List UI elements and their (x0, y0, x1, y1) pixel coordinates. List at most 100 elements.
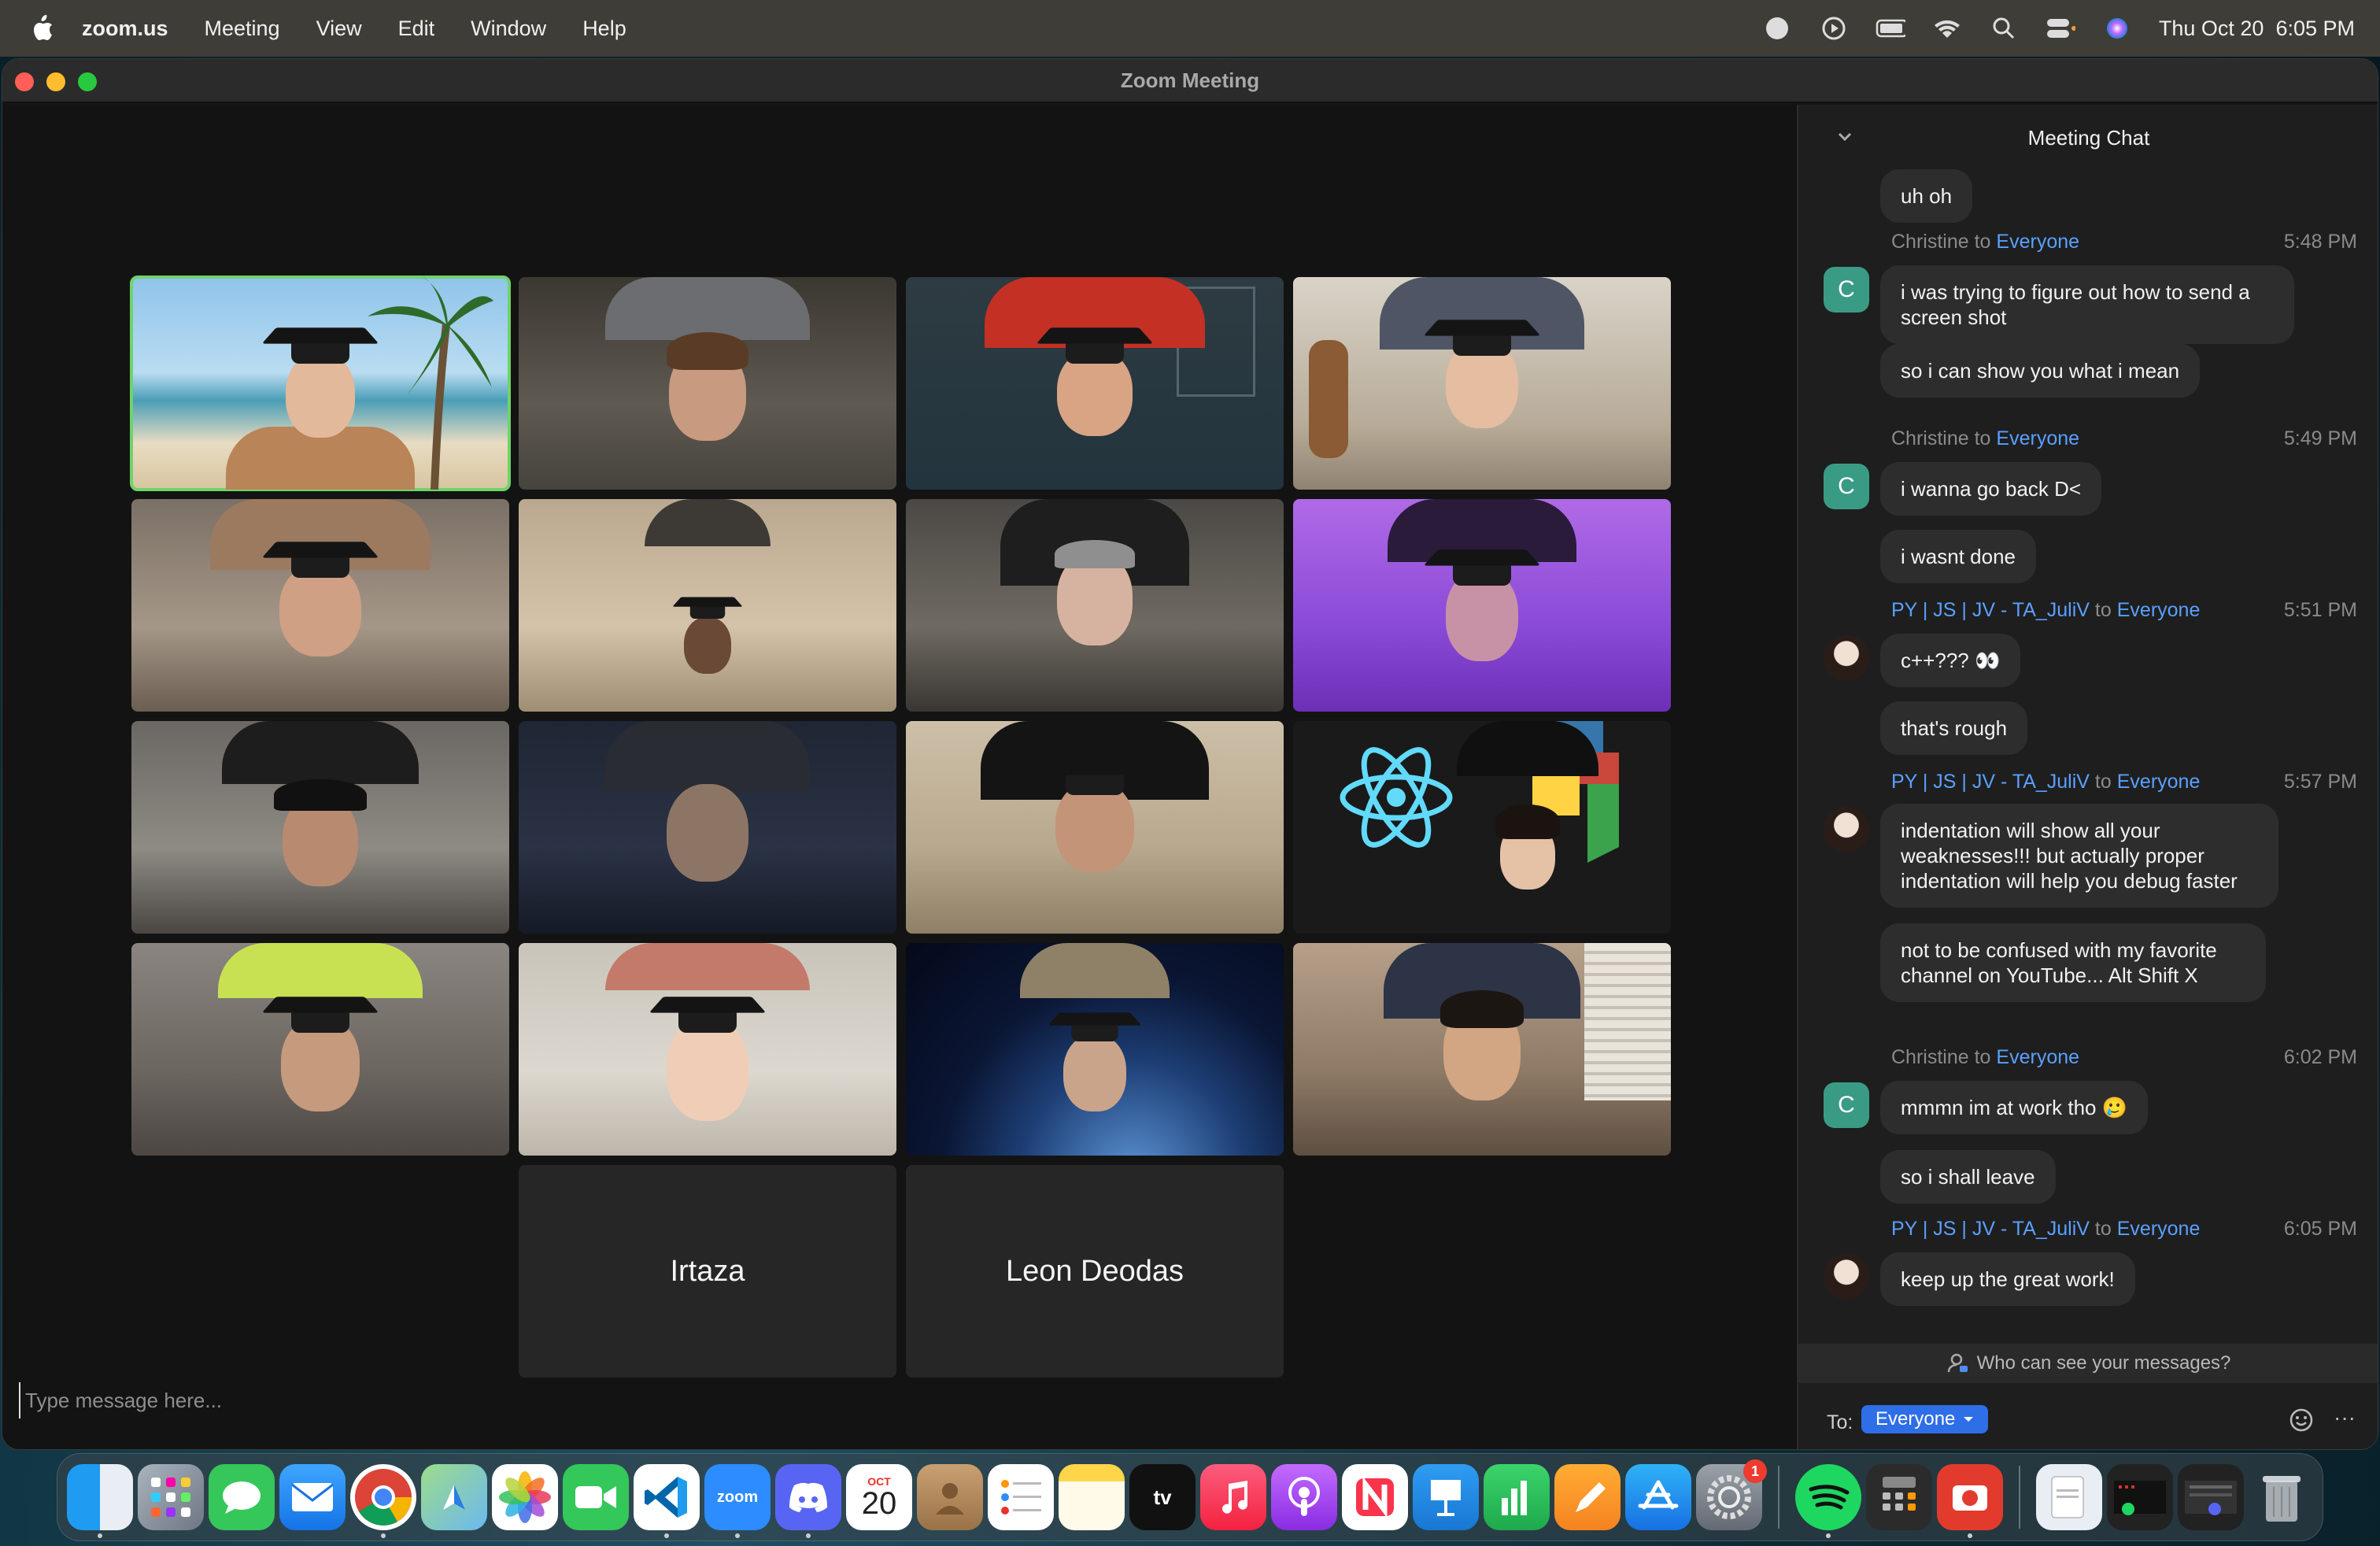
participant-video-tile[interactable] (906, 499, 1284, 712)
close-window-button[interactable] (15, 72, 34, 91)
message-input[interactable] (19, 1382, 554, 1418)
avatar[interactable] (1824, 1254, 1869, 1300)
notes-icon[interactable] (1059, 1464, 1125, 1530)
participant-video-tile[interactable] (131, 499, 509, 712)
avatar[interactable] (1824, 635, 1869, 681)
app-store-icon[interactable] (1625, 1464, 1691, 1530)
app-menu[interactable]: zoom.us (82, 17, 168, 41)
trash-icon[interactable] (2249, 1464, 2315, 1530)
message-meta: Christine to Everyone 5:48 PM (1891, 231, 2363, 253)
maximize-window-button[interactable] (78, 72, 97, 91)
participant-video-tile[interactable] (1293, 721, 1671, 934)
chat-message[interactable]: mmmn im at work tho 🥲 (1880, 1081, 2149, 1134)
chat-message[interactable]: c++??? 👀 (1880, 634, 2021, 687)
participant-name: Irtaza (670, 1254, 745, 1288)
chat-message[interactable]: uh oh (1880, 169, 1973, 223)
mail-icon[interactable] (279, 1464, 346, 1530)
menu-view[interactable]: View (316, 17, 362, 41)
chat-message[interactable]: not to be confused with my favorite chan… (1880, 923, 2266, 1002)
discord-icon[interactable] (775, 1464, 841, 1538)
chat-message[interactable]: i wasnt done (1880, 530, 2036, 583)
participant-video-tile[interactable] (519, 943, 896, 1156)
spotify-window-thumbnail-icon[interactable] (2107, 1464, 2173, 1530)
minimize-window-button[interactable] (46, 72, 65, 91)
chat-message[interactable]: i was trying to figure out how to send a… (1880, 265, 2294, 344)
chat-message[interactable]: keep up the great work! (1880, 1252, 2135, 1306)
chat-message[interactable]: so i shall leave (1880, 1150, 2056, 1204)
finder-icon[interactable] (67, 1464, 133, 1538)
who-can-see-messages-link[interactable]: Who can see your messages? (1798, 1344, 2378, 1383)
participant-video-tile[interactable] (131, 943, 509, 1156)
participant-video-tile[interactable] (519, 721, 896, 934)
participant-video-tile[interactable] (519, 499, 896, 712)
keynote-icon[interactable] (1413, 1464, 1479, 1530)
zoom-status-icon[interactable] (1762, 13, 1792, 43)
maps-icon[interactable] (421, 1464, 487, 1530)
participant-video-tile[interactable] (131, 721, 509, 934)
chat-message[interactable]: so i can show you what i mean (1880, 344, 2201, 398)
news-icon[interactable] (1342, 1464, 1408, 1530)
spotify-icon[interactable] (1795, 1464, 1861, 1538)
participant-video-tile[interactable] (1293, 943, 1671, 1156)
messages-icon[interactable] (209, 1464, 275, 1530)
chat-message[interactable]: i wanna go back D< (1880, 462, 2102, 516)
chat-message[interactable]: indentation will show all your weaknesse… (1880, 804, 2278, 908)
discord-window-thumbnail-icon[interactable] (2178, 1464, 2244, 1530)
play-icon[interactable] (1819, 13, 1849, 43)
menu-meeting[interactable]: Meeting (205, 17, 280, 41)
pages-icon[interactable] (1554, 1464, 1621, 1530)
photo-booth-icon[interactable] (1937, 1464, 2003, 1538)
avatar[interactable]: C (1824, 464, 1869, 509)
participant-video-tile[interactable] (130, 276, 511, 491)
avatar[interactable]: C (1824, 267, 1869, 313)
participant-name-tile[interactable]: Irtaza (519, 1165, 896, 1378)
message-sender: Christine (1891, 231, 1969, 253)
participant-video-tile[interactable] (1293, 499, 1671, 712)
participant-name-tile[interactable]: Leon Deodas (906, 1165, 1284, 1378)
chevron-down-icon[interactable] (1835, 127, 1855, 147)
contacts-icon[interactable] (917, 1464, 983, 1530)
chrome-icon[interactable] (350, 1464, 416, 1538)
chat-message[interactable]: that's rough (1880, 701, 2028, 755)
emoji-icon[interactable] (2288, 1407, 2315, 1433)
wifi-icon[interactable] (1932, 13, 1962, 43)
menu-help[interactable]: Help (582, 17, 626, 41)
calculator-icon[interactable] (1866, 1464, 1932, 1530)
numbers-icon[interactable] (1484, 1464, 1550, 1530)
avatar[interactable] (1824, 807, 1869, 853)
participant-video-tile[interactable] (906, 721, 1284, 934)
tv-label: tv (1153, 1485, 1172, 1509)
menubar-clock[interactable]: Thu Oct 20 6:05 PM (2159, 17, 2355, 41)
control-center-icon[interactable] (2046, 13, 2075, 43)
dock: zoom OCT 20 tv 1 (57, 1453, 2323, 1541)
vscode-icon[interactable] (634, 1464, 700, 1538)
participant-video-tile[interactable] (906, 277, 1284, 490)
participant-video-tile[interactable] (906, 943, 1284, 1156)
participant-video-tile[interactable] (519, 277, 896, 490)
recipient-dropdown[interactable]: Everyone (1861, 1405, 1989, 1433)
spotlight-search-icon[interactable] (1989, 13, 2019, 43)
apple-menu-icon[interactable] (27, 15, 58, 42)
launchpad-icon[interactable] (138, 1464, 204, 1530)
system-settings-icon[interactable]: 1 (1696, 1459, 1767, 1530)
calendar-icon[interactable]: OCT 20 (846, 1464, 912, 1530)
message-sender: PY | JS | JV - TA_JuliV (1891, 771, 2090, 793)
avatar[interactable]: C (1824, 1082, 1869, 1128)
participant-video-tile[interactable] (1293, 277, 1671, 490)
apple-tv-icon[interactable]: tv (1129, 1464, 1196, 1530)
reminders-icon[interactable] (988, 1464, 1054, 1530)
photos-icon[interactable] (492, 1464, 558, 1530)
podcasts-icon[interactable] (1271, 1464, 1337, 1530)
music-icon[interactable] (1200, 1464, 1266, 1530)
siri-icon[interactable] (2102, 13, 2132, 43)
zoom-icon[interactable]: zoom (704, 1464, 771, 1538)
menu-edit[interactable]: Edit (398, 17, 435, 41)
more-options-icon[interactable]: ··· (2334, 1407, 2356, 1429)
menu-window[interactable]: Window (471, 17, 546, 41)
downloads-folder-icon[interactable] (2036, 1464, 2102, 1530)
facetime-icon[interactable] (563, 1464, 629, 1530)
battery-icon[interactable] (1876, 13, 1905, 43)
calendar-day: 20 (861, 1486, 897, 1521)
to-word: to (2094, 599, 2112, 621)
dock-separator (2019, 1466, 2020, 1529)
